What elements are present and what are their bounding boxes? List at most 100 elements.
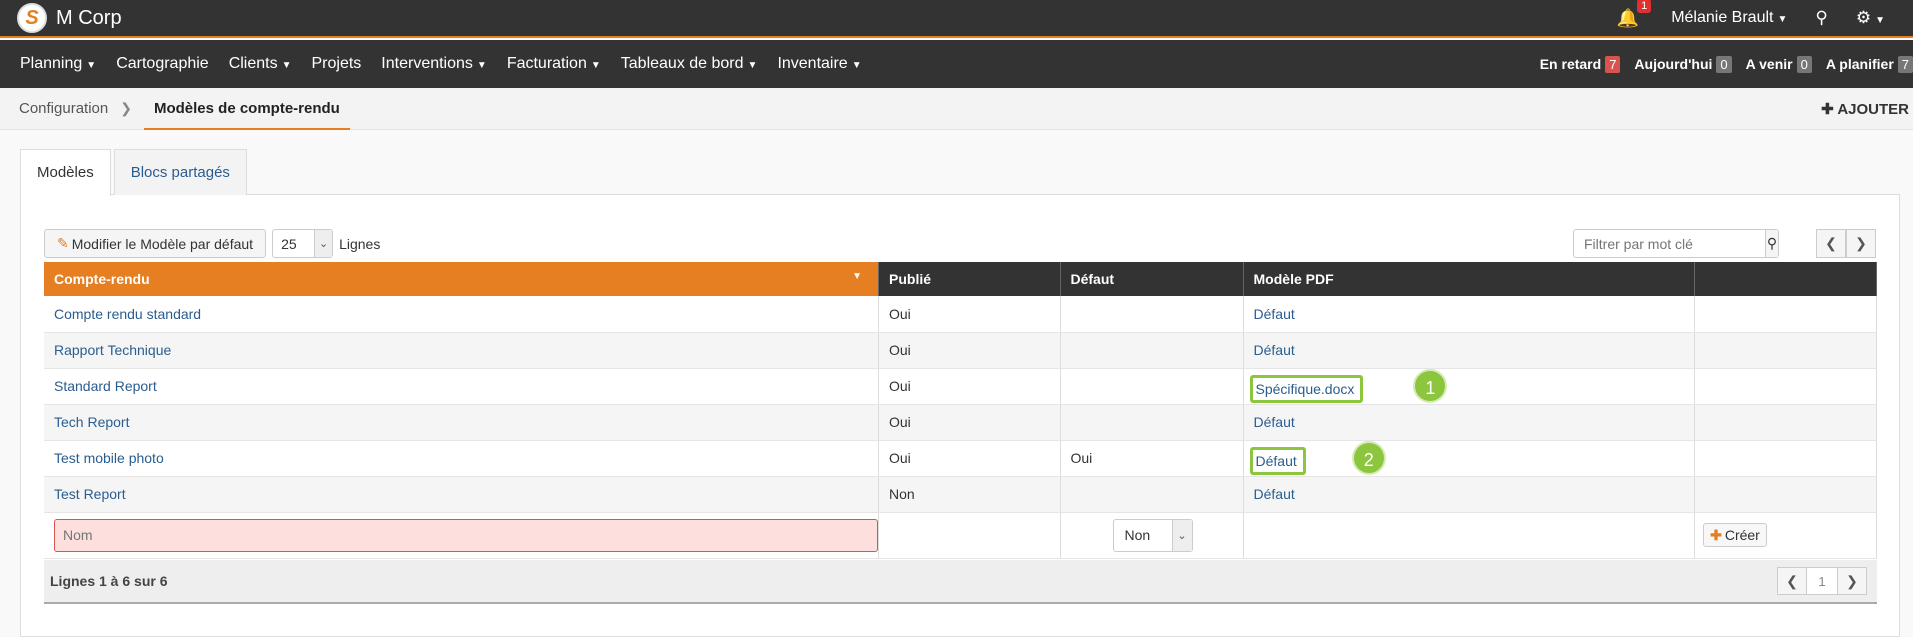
new-default-select[interactable]: Non ⌄ xyxy=(1112,518,1193,552)
plus-icon: ✚ xyxy=(1710,526,1722,543)
chevron-down-icon: ▼ xyxy=(851,60,862,71)
next-page-button[interactable]: ❯ xyxy=(1846,229,1876,258)
count-badge: 7 xyxy=(1897,55,1913,73)
nav-interventions[interactable]: Interventions ▼ xyxy=(381,55,487,73)
breadcrumb-current: Modèles de compte-rendu xyxy=(143,88,350,130)
row-published: Oui xyxy=(878,368,1061,405)
new-name-input[interactable] xyxy=(54,518,878,552)
row-pdf-link[interactable]: Défaut xyxy=(1254,414,1295,430)
app-name[interactable]: M Corp xyxy=(56,7,122,30)
chevron-down-icon: ▼ xyxy=(476,60,487,71)
chevron-down-icon: ▼ xyxy=(590,60,601,71)
counter-a-venir[interactable]: A venir 0 xyxy=(1746,55,1812,73)
top-bar: S M Corp 🔔 1 Mélanie Brault ▼ ⚲ ⚙ ▼ xyxy=(0,0,1913,38)
row-published: Oui xyxy=(878,404,1061,441)
table-footer: Lignes 1 à 6 sur 6 ❮ 1 ❯ xyxy=(44,560,1877,604)
create-button[interactable]: ✚ Créer xyxy=(1703,523,1767,547)
user-menu[interactable]: Mélanie Brault ▼ xyxy=(1671,9,1787,27)
prev-page-button[interactable]: ❮ xyxy=(1816,229,1846,258)
counter-en-retard[interactable]: En retard 7 xyxy=(1540,55,1621,73)
prev-page-button[interactable]: ❮ xyxy=(1777,567,1807,595)
next-page-button[interactable]: ❯ xyxy=(1837,567,1867,595)
counter-a-planifier[interactable]: A planifier 7 xyxy=(1826,55,1913,73)
search-icon[interactable]: ⚲ xyxy=(1765,230,1778,257)
tab-blocs-partages[interactable]: Blocs partagés xyxy=(113,149,247,195)
row-name-link[interactable]: Compte rendu standard xyxy=(54,306,201,322)
row-default xyxy=(1060,296,1244,333)
row-default xyxy=(1060,332,1244,369)
tab-modeles[interactable]: Modèles xyxy=(20,149,111,196)
gear-icon[interactable]: ⚙ ▼ xyxy=(1856,8,1885,28)
tabs: Modèles Blocs partagés xyxy=(20,149,250,196)
nav-facturation[interactable]: Facturation ▼ xyxy=(507,55,601,73)
filter-box: ⚲ xyxy=(1573,229,1779,258)
chevron-down-icon: ▼ xyxy=(747,60,758,71)
notifications-bell-icon[interactable]: 🔔 1 xyxy=(1617,0,1652,29)
table-row: Standard Report Oui Spécifique.docx 1 xyxy=(44,368,1877,405)
row-name-link[interactable]: Tech Report xyxy=(54,414,129,430)
table-toolbar: ✎ Modifier le Modèle par défaut 25 ⌄ Ligne… xyxy=(44,229,380,258)
chevron-down-icon: ▼ xyxy=(86,60,97,71)
count-badge: 0 xyxy=(1716,55,1732,73)
chevron-down-icon: ⌄ xyxy=(314,230,333,257)
nav-planning[interactable]: Planning ▼ xyxy=(20,55,96,73)
breadcrumb-configuration[interactable]: Configuration xyxy=(19,100,108,117)
row-pdf-link[interactable]: Défaut xyxy=(1254,486,1295,502)
highlight-box: Défaut xyxy=(1249,447,1306,475)
row-pdf-link[interactable]: Spécifique.docx xyxy=(1256,381,1355,397)
row-published: Oui xyxy=(878,440,1061,477)
col-publie[interactable]: Publié xyxy=(878,262,1061,296)
filter-input[interactable] xyxy=(1574,235,1765,252)
add-button[interactable]: ✚ AJOUTER xyxy=(1821,100,1909,118)
table-row: Test mobile photo Oui Oui Défaut 2 xyxy=(44,440,1877,477)
page-size-select[interactable]: 25 ⌄ xyxy=(272,229,334,258)
main-nav: Planning ▼ Cartographie Clients ▼ Projets … xyxy=(0,40,1913,88)
table-row: Tech Report Oui Défaut xyxy=(44,404,1877,441)
row-name-link[interactable]: Rapport Technique xyxy=(54,342,171,358)
row-name-link[interactable]: Standard Report xyxy=(54,378,157,394)
pager-bottom: ❮ 1 ❯ xyxy=(1777,567,1867,595)
nav-inventaire[interactable]: Inventaire ▼ xyxy=(777,55,861,73)
row-default: Oui xyxy=(1060,440,1244,477)
count-badge: 7 xyxy=(1605,55,1621,73)
row-published: Oui xyxy=(878,332,1061,369)
nav-tableaux-de-bord[interactable]: Tableaux de bord ▼ xyxy=(621,55,758,73)
col-modele-pdf[interactable]: Modèle PDF xyxy=(1243,262,1696,296)
sort-desc-icon: ▼ xyxy=(852,271,862,282)
models-table: Compte-rendu ▼ Publié Défaut Modèle PDF C… xyxy=(44,262,1877,559)
table-row: Rapport Technique Oui Défaut xyxy=(44,332,1877,369)
table-row: Test Report Non Défaut xyxy=(44,476,1877,513)
col-compte-rendu[interactable]: Compte-rendu ▼ xyxy=(44,262,879,296)
app-logo[interactable]: S xyxy=(17,3,47,33)
table-row: Compte rendu standard Oui Défaut xyxy=(44,296,1877,333)
search-icon[interactable]: ⚲ xyxy=(1815,8,1827,28)
plus-icon: ✚ xyxy=(1821,100,1838,118)
col-defaut[interactable]: Défaut xyxy=(1060,262,1244,296)
row-default xyxy=(1060,476,1244,513)
row-pdf-link[interactable]: Défaut xyxy=(1254,306,1295,322)
notifications-badge: 1 xyxy=(1637,0,1652,13)
count-badge: 0 xyxy=(1796,55,1812,73)
nav-projets[interactable]: Projets xyxy=(312,55,362,73)
nav-clients[interactable]: Clients ▼ xyxy=(229,55,292,73)
row-pdf-link[interactable]: Défaut xyxy=(1256,453,1297,469)
page-number[interactable]: 1 xyxy=(1807,567,1837,595)
row-published: Non xyxy=(878,476,1061,513)
nav-cartographie[interactable]: Cartographie xyxy=(116,55,209,73)
chevron-down-icon: ▼ xyxy=(281,60,292,71)
lines-label: Lignes xyxy=(339,235,381,252)
breadcrumb: Configuration ❯ Modèles de compte-rendu … xyxy=(0,88,1913,130)
row-published: Oui xyxy=(878,296,1061,333)
row-default xyxy=(1060,368,1244,405)
row-pdf-link[interactable]: Défaut xyxy=(1254,342,1295,358)
user-name: Mélanie Brault xyxy=(1671,9,1774,26)
counter-aujourdhui[interactable]: Aujourd'hui 0 xyxy=(1634,55,1732,73)
chevron-down-icon: ⌄ xyxy=(1171,519,1192,551)
chevron-right-icon: ❯ xyxy=(120,100,132,116)
row-name-link[interactable]: Test mobile photo xyxy=(54,450,164,466)
col-actions xyxy=(1694,262,1877,296)
row-name-link[interactable]: Test Report xyxy=(54,486,126,502)
rows-summary: Lignes 1 à 6 sur 6 xyxy=(50,573,168,589)
edit-default-model-button[interactable]: ✎ Modifier le Modèle par défaut xyxy=(44,229,267,258)
annotation-marker-1: 1 xyxy=(1413,369,1448,403)
